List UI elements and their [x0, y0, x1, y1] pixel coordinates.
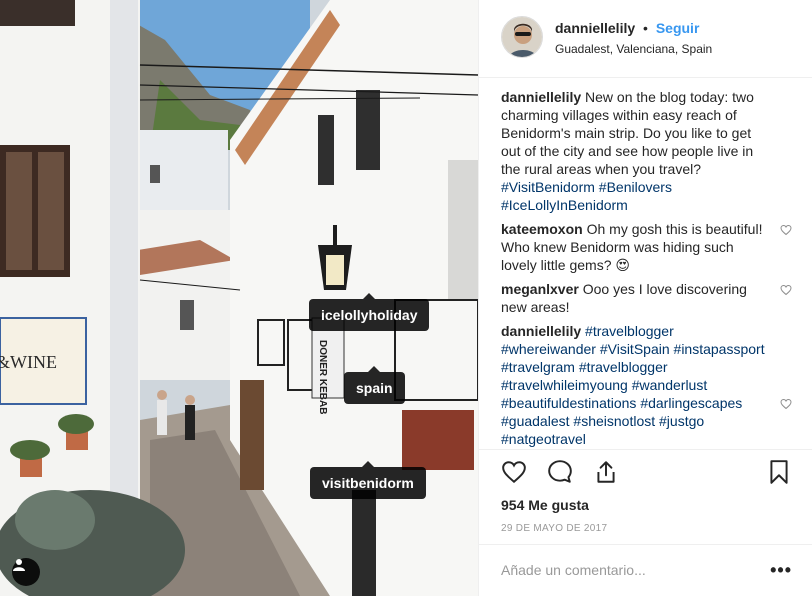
- follow-button[interactable]: Seguir: [656, 20, 700, 36]
- comment-input[interactable]: [501, 562, 771, 578]
- share-icon[interactable]: [593, 459, 619, 485]
- like-comment-heart-icon[interactable]: [780, 398, 792, 410]
- comment-username[interactable]: danniellelily: [501, 323, 581, 339]
- more-options-icon[interactable]: •••: [770, 560, 792, 581]
- comment-item: meganlxver Ooo yes I love discovering ne…: [501, 280, 792, 316]
- hashtag-link[interactable]: #instapassport: [674, 341, 765, 357]
- like-comment-heart-icon[interactable]: [780, 284, 792, 296]
- photo-tag-icelollyholiday[interactable]: icelollyholiday: [309, 293, 430, 331]
- author-username[interactable]: danniellelily: [555, 20, 635, 36]
- add-comment-box: •••: [501, 545, 792, 595]
- hashtag-link[interactable]: #VisitBenidorm: [501, 179, 595, 195]
- location-link[interactable]: Guadalest, Valenciana, Spain: [555, 42, 712, 56]
- header-text: danniellelily • Seguir Guadalest, Valenc…: [555, 16, 712, 56]
- hashtag-link[interactable]: #Benilovers: [599, 179, 672, 195]
- hashtag-link[interactable]: #VisitSpain: [600, 341, 670, 357]
- likes-count[interactable]: 954 Me gusta: [501, 497, 589, 513]
- heart-icon[interactable]: [501, 459, 527, 485]
- comment-username[interactable]: meganlxver: [501, 281, 579, 297]
- post-header: danniellelily • Seguir Guadalest, Valenc…: [479, 0, 812, 78]
- post-details-panel: danniellelily • Seguir Guadalest, Valenc…: [478, 0, 812, 596]
- comment-username[interactable]: kateemoxon: [501, 221, 583, 237]
- hashtag-link[interactable]: #travelgram: [501, 359, 575, 375]
- comment-icon[interactable]: [547, 459, 573, 485]
- hashtag-link[interactable]: #IceLollyInBenidorm: [501, 197, 628, 213]
- header-line: danniellelily • Seguir: [555, 20, 712, 36]
- hashtag-link[interactable]: #wanderlust: [632, 377, 708, 393]
- hashtag-link[interactable]: #guadalest: [501, 413, 570, 429]
- hashtag-link[interactable]: #travelblogger: [585, 323, 674, 339]
- comments-list[interactable]: danniellelily New on the blog today: two…: [501, 88, 792, 448]
- divider: [479, 449, 812, 450]
- like-comment-heart-icon[interactable]: [780, 224, 792, 236]
- street-scene-image: &WINE DONER KEBAB: [0, 0, 478, 596]
- bookmark-icon[interactable]: [766, 459, 792, 485]
- post-photo[interactable]: &WINE DONER KEBAB icelollyholiday spain …: [0, 0, 478, 596]
- hashtag-link[interactable]: #justgo: [659, 413, 704, 429]
- post-date: 29 DE MAYO DE 2017: [501, 523, 608, 534]
- hashtag-link[interactable]: #travelblogger: [579, 359, 668, 375]
- caption-username[interactable]: danniellelily: [501, 89, 581, 105]
- avatar-image: [502, 17, 542, 57]
- svg-text:&WINE: &WINE: [0, 352, 57, 372]
- photo-tag-spain[interactable]: spain: [344, 366, 405, 404]
- hashtag-link[interactable]: #beautifuldestinations: [501, 395, 636, 411]
- comment-item: danniellelily #travelblogger #whereiwand…: [501, 322, 792, 448]
- caption: danniellelily New on the blog today: two…: [501, 88, 792, 214]
- hashtag-link[interactable]: #whereiwander: [501, 341, 596, 357]
- comment-item: kateemoxon Oh my gosh this is beautiful!…: [501, 220, 792, 274]
- hashtag-link[interactable]: #natgeotravel: [501, 431, 586, 447]
- separator-dot: •: [643, 20, 648, 36]
- hashtag-link[interactable]: #travelwhileimyoung: [501, 377, 628, 393]
- author-avatar[interactable]: [501, 16, 543, 58]
- person-icon: [13, 559, 25, 571]
- svg-text:DONER KEBAB: DONER KEBAB: [317, 340, 328, 414]
- hashtag-link[interactable]: #sheisnotlost: [573, 413, 655, 429]
- photo-tag-visitbenidorm[interactable]: visitbenidorm: [310, 461, 426, 499]
- hashtag-link[interactable]: #darlingescapes: [640, 395, 742, 411]
- user-tag-icon[interactable]: [12, 558, 40, 586]
- action-bar: [499, 459, 792, 491]
